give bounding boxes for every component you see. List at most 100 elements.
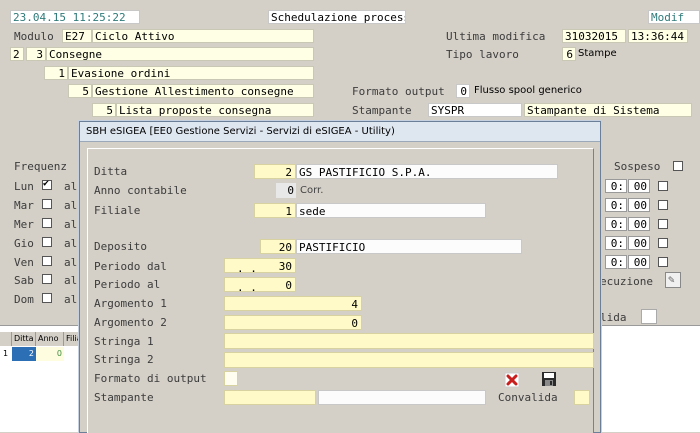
stringa-2-field[interactable] xyxy=(224,352,594,368)
day-al: al xyxy=(64,180,78,193)
tree-num-2: 1 xyxy=(44,66,68,80)
delete-button[interactable] xyxy=(504,372,520,388)
day-checkbox-mar[interactable] xyxy=(42,199,52,209)
day-label: Mar xyxy=(14,199,34,212)
day-label: Lun xyxy=(14,180,34,193)
formato-output-label: Formato output xyxy=(352,85,445,98)
ultima-modifica-date: 31032015 xyxy=(562,29,626,43)
time-hour[interactable]: 0: xyxy=(605,198,627,212)
tree-item-lista[interactable]: Lista proposte consegna xyxy=(116,103,314,117)
day-checkbox-lun[interactable]: ✔ xyxy=(42,178,52,190)
time-hour[interactable]: 0: xyxy=(605,179,627,193)
esecuzione-button[interactable]: ✎ xyxy=(665,272,681,288)
time-checkbox[interactable] xyxy=(658,238,668,248)
tree-item-gestione[interactable]: Gestione Allestimento consegne xyxy=(92,84,314,98)
dialog-stampante-code[interactable] xyxy=(224,390,316,405)
save-button[interactable] xyxy=(541,371,557,387)
tree-num-1: 2 xyxy=(10,47,24,61)
day-label: Ven xyxy=(14,256,34,269)
dialog-stampante-name xyxy=(318,390,486,405)
periodo-al-value: 0 xyxy=(285,279,292,292)
tree-sub-1: 3 xyxy=(26,47,46,61)
esecuzione-label: ecuzione xyxy=(600,275,653,288)
day-al: al xyxy=(64,237,78,250)
periodo-dal-value: 30 xyxy=(278,260,292,273)
time-checkbox[interactable] xyxy=(658,219,668,229)
argomento-2-field[interactable]: 0 xyxy=(224,315,362,330)
filiale-label: Filiale xyxy=(94,204,141,217)
day-label: Gio xyxy=(14,237,34,250)
time-checkbox[interactable] xyxy=(658,257,668,267)
sospeso-checkbox[interactable] xyxy=(673,161,683,171)
periodo-al-field[interactable]: . . 0 xyxy=(224,277,296,292)
time-hour[interactable]: 0: xyxy=(605,255,627,269)
tree-item-evasione[interactable]: Evasione ordini xyxy=(68,66,314,80)
time-minute[interactable]: 00 xyxy=(628,217,650,231)
convalida-field-bg[interactable] xyxy=(641,309,657,324)
day-al: al xyxy=(64,293,78,306)
tipo-lavoro-name: Stampe xyxy=(578,48,617,59)
dialog-stampante-label: Stampante xyxy=(94,391,154,404)
formato-di-output-field[interactable] xyxy=(224,371,238,386)
day-checkbox-sab[interactable] xyxy=(42,274,52,284)
time-minute[interactable]: 00 xyxy=(628,179,650,193)
deposito-code-field[interactable]: 20 xyxy=(260,239,296,254)
convalida-label-bg: lida xyxy=(600,311,627,324)
red-x-icon xyxy=(504,372,520,388)
day-al: al xyxy=(64,199,78,212)
dialog-title: SBH eSIGEA [EE0 Gestione Servizi - Servi… xyxy=(80,122,600,142)
periodo-dal-prefix: . . xyxy=(237,262,257,273)
modulo-code-field[interactable]: E27 xyxy=(62,29,92,43)
page-title: Schedulazione processi xyxy=(268,10,406,24)
time-checkbox[interactable] xyxy=(658,200,668,210)
day-label: Sab xyxy=(14,274,34,287)
tree-num-4: 5 xyxy=(92,103,116,117)
time-minute[interactable]: 00 xyxy=(628,236,650,250)
row-anno: 0 xyxy=(36,347,64,361)
day-checkbox-ven[interactable] xyxy=(42,256,52,266)
formato-output-code[interactable]: 0 xyxy=(456,84,470,98)
time-hour[interactable]: 0: xyxy=(605,236,627,250)
ultima-modifica-label: Ultima modifica xyxy=(446,30,546,43)
formato-output-name: Flusso spool generico xyxy=(474,85,582,96)
periodo-dal-label: Periodo dal xyxy=(94,260,167,273)
time-minute[interactable]: 00 xyxy=(628,198,650,212)
dialog-convalida-field[interactable] xyxy=(574,390,590,405)
stampante-label: Stampante xyxy=(352,104,412,117)
row-index: 1 xyxy=(3,349,9,358)
tree-item-consegne[interactable]: Consegne xyxy=(46,47,314,61)
table-header-anno[interactable]: Anno xyxy=(36,332,64,346)
day-checkbox-gio[interactable] xyxy=(42,237,52,247)
day-label: Dom xyxy=(14,293,34,306)
table-header-cell[interactable] xyxy=(0,332,12,346)
ultima-modifica-time: 13:36:44 xyxy=(628,29,688,43)
periodo-al-label: Periodo al xyxy=(94,278,161,291)
formato-di-output-label: Formato di output xyxy=(94,372,207,385)
datetime-field: 23.04.15 11:25:22 xyxy=(10,10,140,24)
argomento-1-field[interactable]: 4 xyxy=(224,296,362,311)
stampante-code[interactable]: SYSPR xyxy=(428,103,522,117)
filiale-code-field[interactable]: 1 xyxy=(254,203,296,218)
check-mark-icon: ✔ xyxy=(43,178,50,189)
modulo-name-field: Ciclo Attivo xyxy=(92,29,314,43)
ditta-code-field[interactable]: 2 xyxy=(254,164,296,179)
time-minute[interactable]: 00 xyxy=(628,255,650,269)
anno-contabile-field[interactable]: 0 xyxy=(276,183,296,198)
table-header-ditta[interactable]: Ditta xyxy=(12,332,36,346)
mode-badge: Modif xyxy=(648,10,700,24)
day-checkbox-dom[interactable] xyxy=(42,293,52,303)
table-row[interactable]: 1 2 0 xyxy=(0,347,84,361)
ditta-name-field: GS PASTIFICIO S.P.A. xyxy=(296,164,558,179)
row-ditta: 2 xyxy=(12,347,36,361)
filiale-name-field: sede xyxy=(296,203,486,218)
deposito-name-field: PASTIFICIO xyxy=(296,239,522,254)
periodo-al-prefix: . . xyxy=(237,281,257,292)
stringa-1-field[interactable] xyxy=(224,333,594,349)
tipo-lavoro-code[interactable]: 6 xyxy=(562,47,576,61)
argomento-1-label: Argomento 1 xyxy=(94,297,167,310)
periodo-dal-field[interactable]: . . 30 xyxy=(224,258,296,273)
time-hour[interactable]: 0: xyxy=(605,217,627,231)
day-checkbox-mer[interactable] xyxy=(42,218,52,228)
day-al: al xyxy=(64,256,78,269)
time-checkbox[interactable] xyxy=(658,181,668,191)
